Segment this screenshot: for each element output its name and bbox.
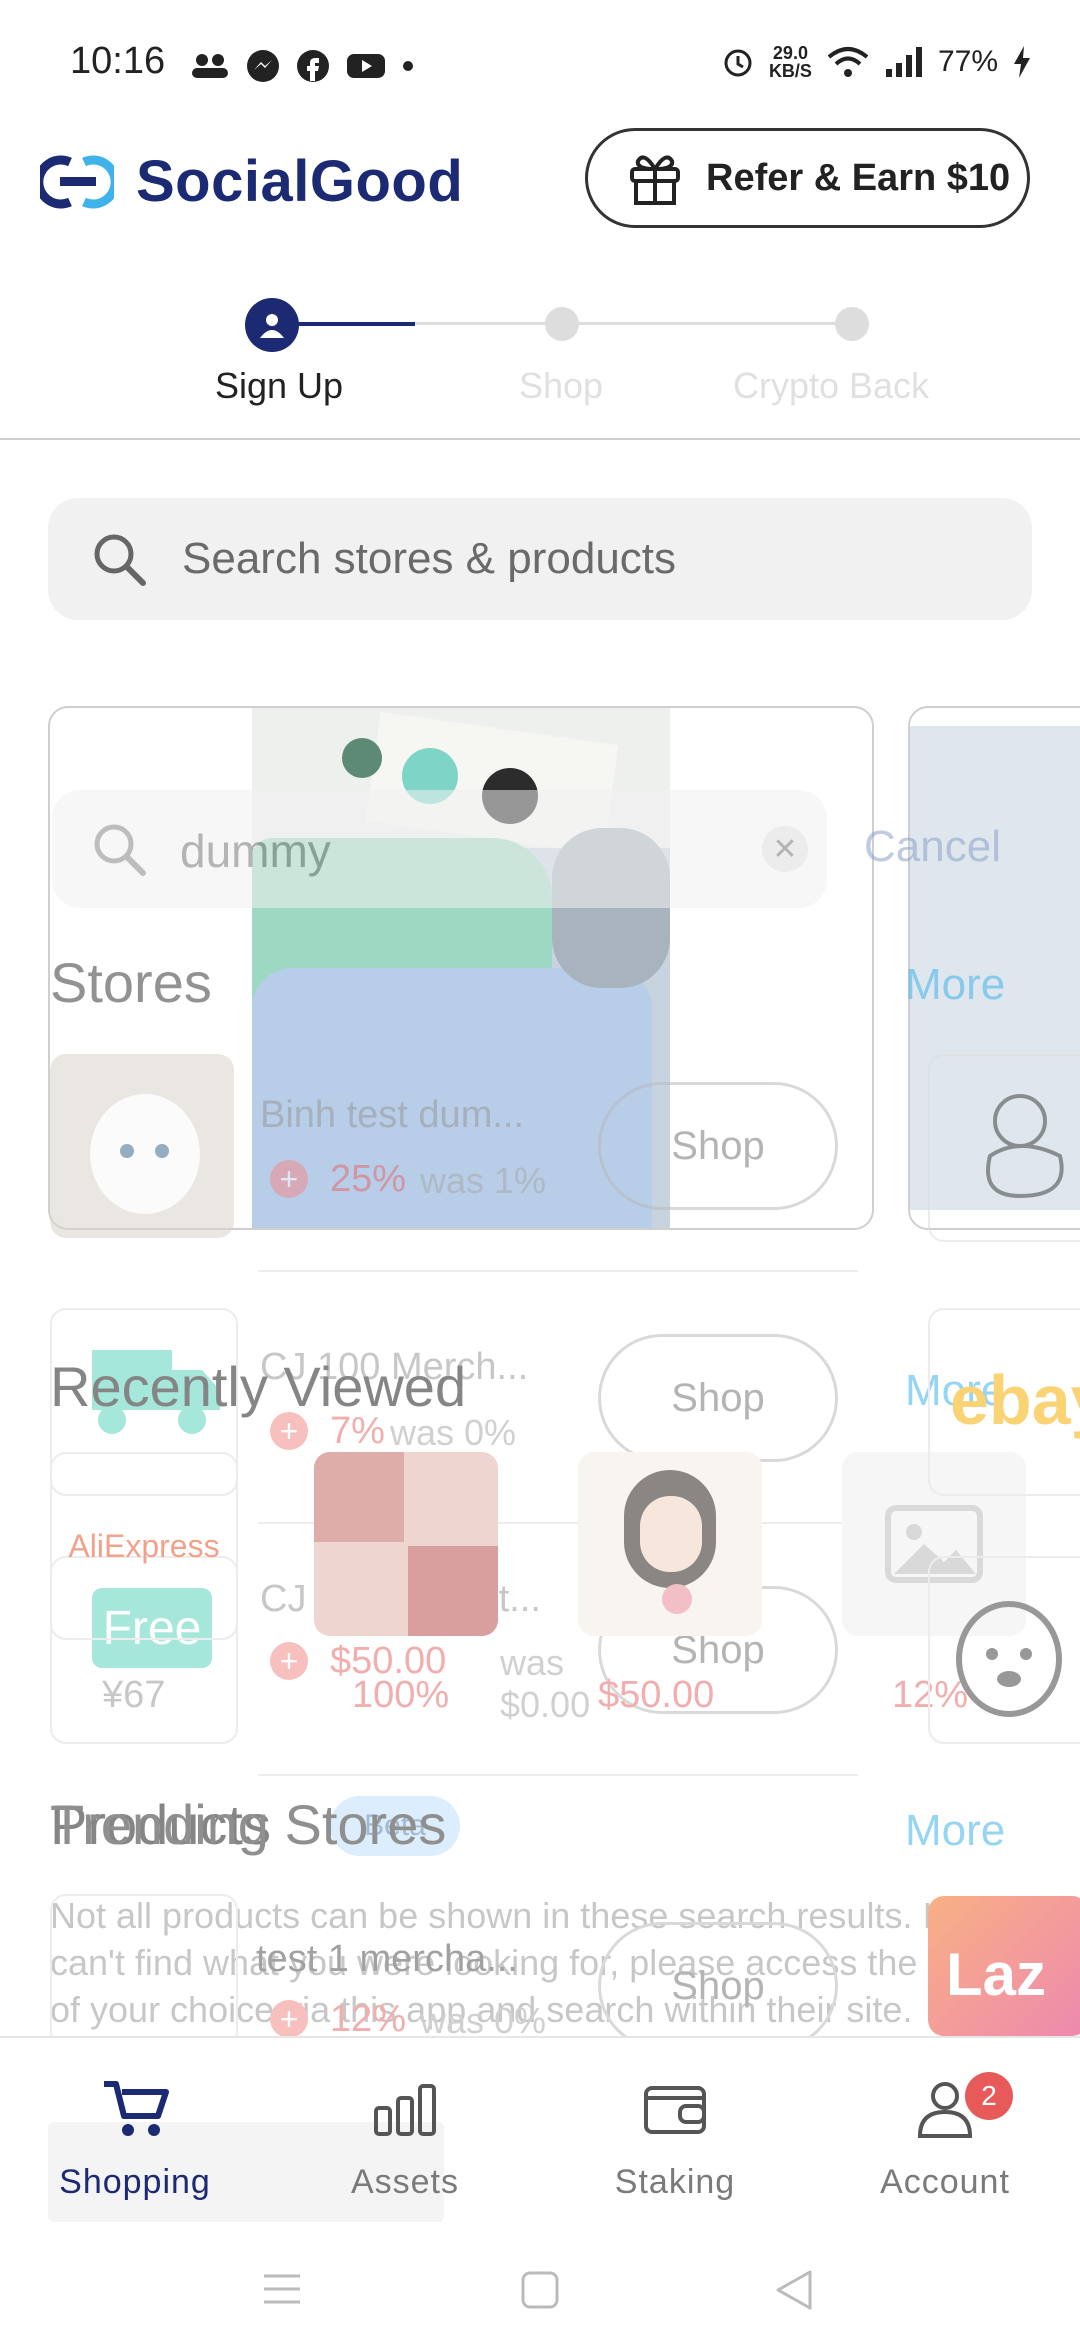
status-right: 29.0 KB/S 77% xyxy=(721,44,1032,80)
stores-more-link[interactable]: More xyxy=(905,960,1005,1010)
notification-icons xyxy=(190,48,414,84)
socialgood-logo-icon xyxy=(40,155,114,208)
brand-name: SocialGood xyxy=(136,149,464,214)
lazada-store[interactable]: Laz xyxy=(928,1896,1080,2036)
header-divider xyxy=(0,438,1080,440)
bottom-navigation: Shopping Assets Staking Account 2 xyxy=(0,2036,1080,2238)
messenger-icon xyxy=(247,50,279,82)
row-divider xyxy=(258,1774,858,1776)
store-percent: 25% xyxy=(330,1158,407,1200)
recently-viewed-title: Recently Viewed xyxy=(50,1355,467,1418)
signal-icon xyxy=(885,47,922,77)
recent-item-portrait[interactable] xyxy=(578,1452,762,1636)
store-thumbnail xyxy=(50,1054,234,1238)
clear-search-button[interactable]: ✕ xyxy=(762,826,808,872)
wifi-icon xyxy=(827,47,869,77)
search-icon xyxy=(94,534,146,586)
recent-price: $50.00 xyxy=(598,1674,715,1716)
battery-percent: 77% xyxy=(937,45,998,78)
nav-label: Assets xyxy=(350,2163,460,2201)
step-1-label: Sign Up xyxy=(214,365,344,406)
step-2-marker xyxy=(545,307,579,341)
brand-logo[interactable]: SocialGood xyxy=(40,148,463,215)
wallet-icon xyxy=(644,2086,706,2134)
search-icon xyxy=(94,824,146,876)
onboarding-stepper: Sign Up Shop Crypto Back xyxy=(0,295,1080,425)
step-3-marker xyxy=(835,307,869,341)
ebay-logo xyxy=(928,1054,1080,1242)
system-navigation-bar xyxy=(0,2236,1080,2340)
store-name: Binh test dum... xyxy=(260,1094,525,1136)
duck-icon xyxy=(986,1094,1064,1199)
nav-shopping[interactable]: Shopping xyxy=(0,2078,270,2202)
trending-more-link[interactable]: More xyxy=(905,1806,1005,1856)
stores-title: Stores xyxy=(50,951,212,1014)
plus-icon: + xyxy=(270,1160,308,1198)
status-time: 10:16 xyxy=(70,40,166,82)
youtube-icon xyxy=(347,54,385,78)
dog-icon xyxy=(956,1601,1062,1717)
step-2-label: Shop xyxy=(518,365,604,406)
product-thumbnail xyxy=(50,1894,238,2048)
charging-icon xyxy=(1014,46,1030,78)
cancel-search-button[interactable]: Cancel xyxy=(864,822,1001,872)
recent-item-aliexpress[interactable]: AliExpress xyxy=(50,1452,238,1640)
search-bar[interactable]: Search stores & products xyxy=(48,498,1032,620)
nav-assets[interactable]: Assets xyxy=(270,2078,540,2202)
shop-button[interactable]: Shop xyxy=(598,1922,838,2050)
recent-item-lipstick[interactable] xyxy=(314,1452,498,1636)
status-bar: 10:16 29.0 KB/S 77% xyxy=(0,0,1080,130)
back-icon[interactable] xyxy=(774,2268,814,2312)
alarm-icon xyxy=(724,49,752,77)
shop-button[interactable]: Shop xyxy=(598,1082,838,1210)
stepper-line-active xyxy=(290,322,415,326)
shop-button[interactable]: Shop xyxy=(598,1334,838,1462)
gift-icon xyxy=(630,155,680,205)
group-icon xyxy=(192,54,228,78)
stepper-line xyxy=(415,322,855,325)
ebay-label: ebay xyxy=(950,1361,1080,1439)
nav-account[interactable]: Account 2 xyxy=(810,2072,1080,2202)
bar-chart-icon xyxy=(374,2084,436,2136)
dot-icon xyxy=(403,61,413,71)
nav-label: Shopping xyxy=(59,2163,211,2201)
network-speed: 29.0 KB/S xyxy=(768,43,812,81)
nav-label: Staking xyxy=(614,2163,736,2201)
ebay-store[interactable]: ebay xyxy=(928,1308,1080,1496)
menu-icon[interactable] xyxy=(262,2272,302,2306)
nav-label: Account xyxy=(880,2163,1010,2201)
plus-icon: + xyxy=(270,1642,308,1680)
row-divider xyxy=(258,1270,858,1272)
trending-stores-title: Trending Stores xyxy=(50,1793,447,1856)
store-was: was 1% xyxy=(420,1160,547,1201)
overlay-search-field[interactable]: dummy ✕ xyxy=(52,790,827,908)
step-1-marker xyxy=(245,298,299,352)
plus-icon: + xyxy=(270,2000,308,2038)
overlay-search-value: dummy xyxy=(180,825,331,877)
recent-price: 100% xyxy=(352,1674,450,1716)
facebook-icon xyxy=(297,50,329,82)
cart-icon xyxy=(104,2081,169,2136)
lazada-label: Laz xyxy=(946,1941,1047,2008)
user-icon xyxy=(260,314,284,338)
recent-price: ¥67 xyxy=(102,1674,166,1716)
home-icon[interactable] xyxy=(520,2270,560,2310)
account-notification-badge: 2 xyxy=(965,2072,1013,2120)
refer-earn-button[interactable]: Refer & Earn $10 xyxy=(585,128,1030,228)
product-name: test 1 mercha... xyxy=(256,1938,518,1980)
step-3-label: Crypto Back xyxy=(732,365,930,406)
aliexpress-label: AliExpress xyxy=(68,1527,220,1564)
dog-logo xyxy=(928,1556,1080,1744)
product-percent: 12% xyxy=(330,1998,407,2040)
refer-earn-label: Refer & Earn $10 xyxy=(706,156,1011,199)
search-placeholder: Search stores & products xyxy=(182,534,677,583)
nav-staking[interactable]: Staking xyxy=(540,2078,810,2202)
